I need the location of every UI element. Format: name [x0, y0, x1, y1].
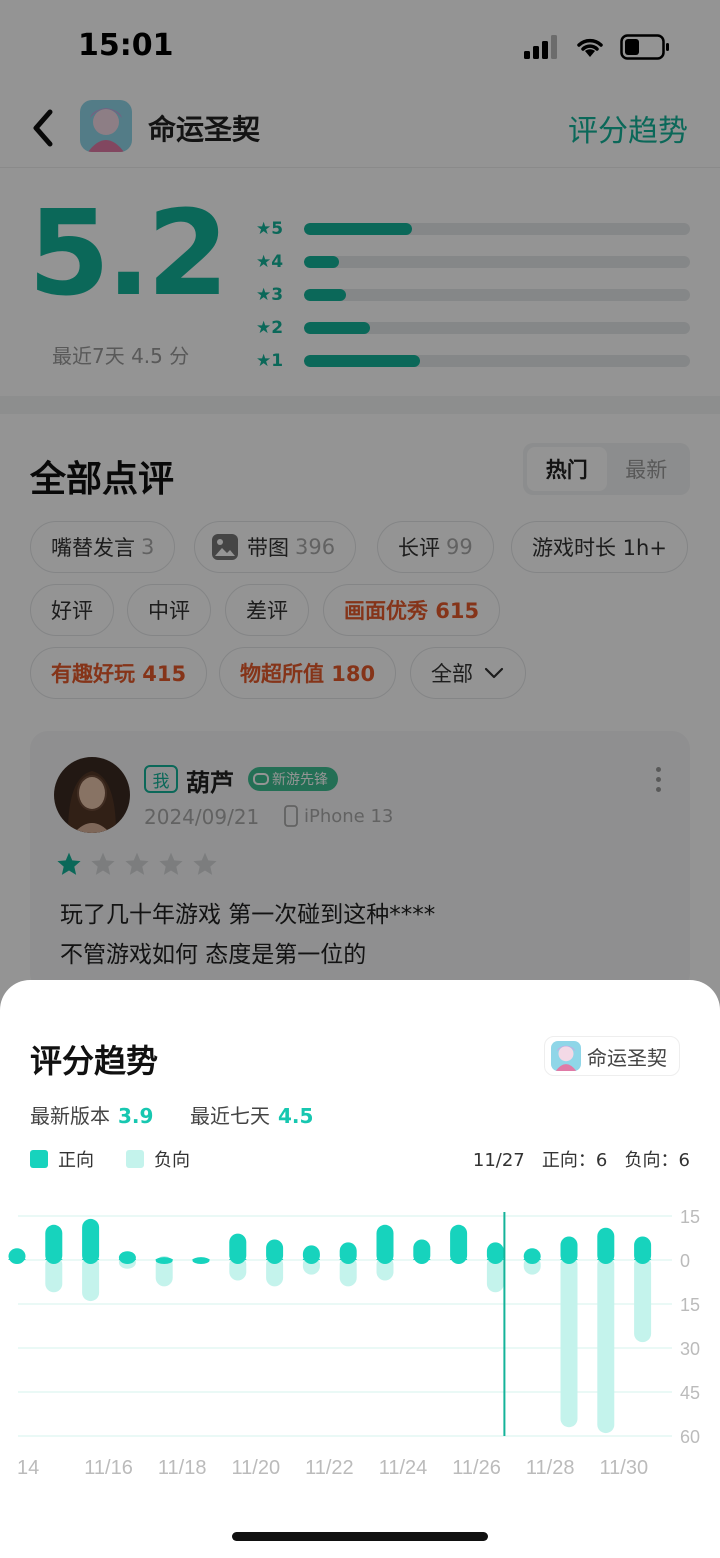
- trend-chart[interactable]: 15 0 15 30 45 60 14 11/16 11/18 11/20 11/22 11/24 11…: [0, 1202, 720, 1492]
- negative-bar: [597, 1256, 615, 1434]
- positive-bar-base: [229, 1259, 247, 1260]
- positive-bar-base: [155, 1259, 173, 1260]
- selected-day-info: 11/27 正向：6 负向：6: [472, 1150, 690, 1171]
- positive-bar: [376, 1224, 394, 1264]
- positive-bar: [597, 1227, 615, 1264]
- positive-bar: [118, 1251, 136, 1264]
- positive-bar: [302, 1245, 320, 1264]
- positive-bar-base: [523, 1259, 541, 1260]
- y-tick-label: 45: [680, 1383, 700, 1403]
- positive-bar-base: [8, 1259, 26, 1260]
- sheet-title: 评分趋势: [30, 1042, 159, 1080]
- x-tick-label: 11/18: [158, 1457, 207, 1479]
- y-tick-label: 15: [680, 1207, 700, 1227]
- x-tick-label: 11/24: [379, 1457, 428, 1479]
- rating-trend-sheet: 评分趋势 命运圣契 最新版本 3.9 最近七天 4.5 正向 负向 11/27 正向…: [0, 980, 720, 1558]
- chart-legend: 正向 负向: [30, 1146, 190, 1172]
- positive-bar: [82, 1218, 100, 1264]
- positive-bar: [45, 1224, 63, 1264]
- positive-bar-base: [302, 1259, 320, 1260]
- y-tick-label: 60: [680, 1427, 700, 1447]
- positive-bar-base: [560, 1259, 578, 1260]
- recent-label: 最近七天: [190, 1104, 270, 1128]
- positive-bar-base: [376, 1259, 394, 1260]
- x-tick-label: 11/26: [452, 1457, 501, 1479]
- positive-bar-base: [118, 1259, 136, 1260]
- y-tick-label: 30: [680, 1339, 700, 1359]
- sheet-app-chip: 命运圣契: [544, 1036, 680, 1076]
- positive-bar: [339, 1242, 357, 1264]
- y-tick-label: 0: [680, 1251, 690, 1271]
- positive-bar: [8, 1248, 26, 1264]
- x-tick-label: 11/28: [526, 1457, 575, 1479]
- positive-bar: [192, 1257, 210, 1264]
- positive-bar: [155, 1257, 173, 1264]
- positive-bar: [486, 1242, 504, 1264]
- negative-bar: [560, 1256, 578, 1428]
- x-tick-label: 11/16: [84, 1457, 133, 1479]
- positive-bar-base: [192, 1259, 210, 1260]
- legend-negative-label: 负向: [154, 1150, 190, 1171]
- positive-bar-base: [413, 1259, 431, 1260]
- legend-negative-swatch: [126, 1150, 144, 1168]
- latest-version-score: 最新版本 3.9: [30, 1100, 153, 1129]
- x-tick-label: 11/22: [305, 1457, 354, 1479]
- positive-bar: [523, 1248, 541, 1264]
- sheet-app-name: 命运圣契: [587, 1045, 667, 1070]
- positive-bar-base: [45, 1259, 63, 1260]
- y-tick-label: 15: [680, 1295, 700, 1315]
- version-label: 最新版本: [30, 1104, 110, 1128]
- positive-bar-base: [266, 1259, 284, 1260]
- x-tick-label: 14: [17, 1457, 39, 1479]
- positive-bar-base: [339, 1259, 357, 1260]
- positive-bar-base: [450, 1259, 468, 1260]
- app-icon: [551, 1041, 581, 1071]
- positive-bar: [266, 1239, 284, 1264]
- positive-bar: [413, 1239, 431, 1264]
- positive-bar-base: [82, 1259, 100, 1260]
- recent-score: 4.5: [278, 1104, 314, 1128]
- positive-bar-base: [634, 1259, 652, 1260]
- legend-positive-swatch: [30, 1150, 48, 1168]
- x-tick-label: 11/20: [232, 1457, 281, 1479]
- home-indicator: [232, 1532, 488, 1541]
- recent-7day-trend-score: 最近七天 4.5: [190, 1100, 313, 1129]
- positive-bar: [450, 1224, 468, 1264]
- positive-bar-base: [597, 1259, 615, 1260]
- legend-positive-label: 正向: [58, 1150, 94, 1171]
- negative-bar: [634, 1256, 652, 1343]
- version-score: 3.9: [118, 1104, 154, 1128]
- x-tick-label: 11/30: [600, 1457, 649, 1479]
- positive-bar-base: [486, 1259, 504, 1260]
